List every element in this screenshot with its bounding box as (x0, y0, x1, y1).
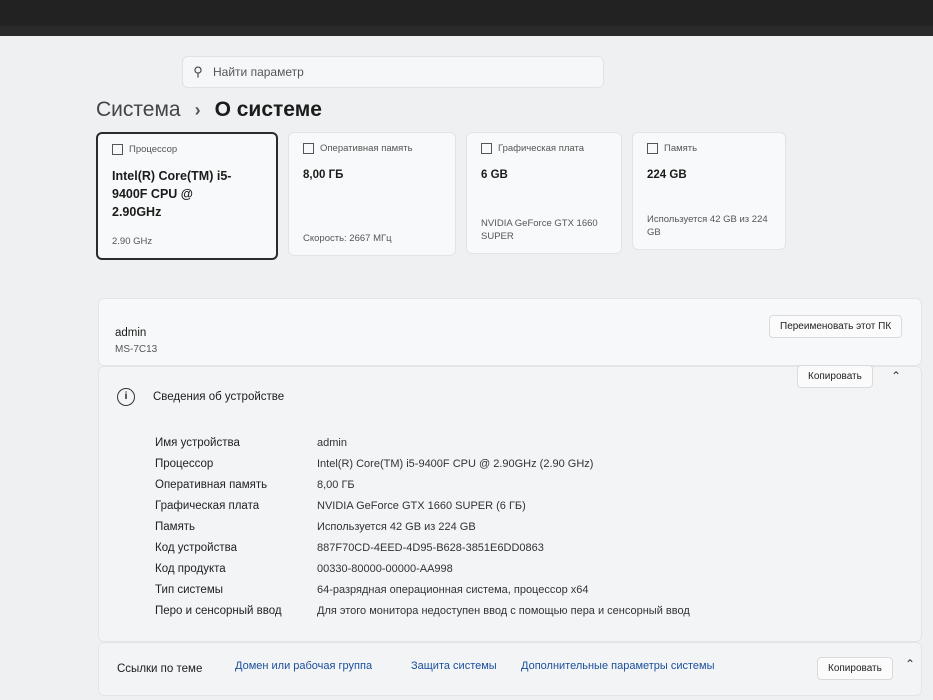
spec-value: 887F70CD-4EED-4D95-B628-3851E6DD0863 (317, 542, 544, 554)
monitor-bezel (0, 0, 933, 28)
spec-value: 64-разрядная операционная система, проце… (317, 584, 589, 596)
card-footer: Скорость: 2667 МГц (303, 233, 392, 244)
spec-key: Процессор (155, 458, 214, 470)
breadcrumb: Система › О системе (96, 98, 322, 122)
breadcrumb-parent[interactable]: Система (96, 98, 181, 122)
cpu-icon (112, 144, 123, 155)
spec-value: Intel(R) Core(TM) i5-9400F CPU @ 2.90GHz… (317, 458, 594, 470)
spec-value: 8,00 ГБ (317, 479, 355, 491)
spec-key: Графическая плата (155, 500, 260, 512)
spec-key: Оперативная память (155, 479, 268, 491)
card-value: 6 GB (481, 169, 508, 181)
link-system-protection[interactable]: Защита системы (411, 660, 497, 672)
card-title: Процессор (129, 144, 178, 155)
page-title: О системе (214, 98, 322, 121)
chevron-right-icon: › (194, 99, 201, 120)
spec-key: Имя устройства (155, 437, 240, 449)
card-title: Память (664, 143, 698, 154)
card-footer: Используется 42 GB из 224 GB (647, 214, 768, 238)
info-icon: i (117, 388, 135, 406)
pc-name: admin (115, 327, 147, 339)
card-footer: 2.90 GHz (112, 236, 153, 247)
spec-value: Используется 42 GB из 224 GB (317, 521, 476, 533)
card-title: Графическая плата (498, 143, 585, 154)
spec-key: Перо и сенсорный ввод (155, 605, 282, 617)
settings-window: ⚲ Найти параметр Система › О системе Про… (0, 26, 933, 700)
gpu-icon (481, 143, 492, 154)
spec-key: Код продукта (155, 563, 226, 575)
spec-key: Память (155, 521, 196, 533)
copy-links-button[interactable]: Копировать (817, 657, 893, 680)
spec-key: Код устройства (155, 542, 237, 554)
device-specs-title: Сведения об устройстве (153, 391, 285, 403)
card-footer: NVIDIA GeForce GTX 1660 SUPER (481, 218, 598, 242)
rename-pc-button[interactable]: Переименовать этот ПК (769, 315, 903, 338)
device-specs-panel: i Сведения об устройстве Копировать ⌃ Им… (98, 365, 922, 642)
card-storage[interactable]: Память 224 GB Используется 42 GB из 224 … (632, 132, 786, 250)
spec-key: Тип системы (155, 584, 223, 596)
related-links-label: Ссылки по теме (117, 663, 203, 675)
search-placeholder: Найти параметр (213, 65, 304, 79)
chevron-up-icon[interactable]: ⌃ (891, 369, 901, 383)
link-domain-workgroup[interactable]: Домен или рабочая группа (235, 660, 372, 672)
storage-icon (647, 143, 658, 154)
spec-value: Для этого монитора недоступен ввод с пом… (317, 605, 690, 617)
card-value: 224 GB (647, 169, 687, 181)
card-gpu[interactable]: Графическая плата 6 GB NVIDIA GeForce GT… (466, 132, 622, 254)
copy-button[interactable]: Копировать (797, 365, 873, 388)
card-ram[interactable]: Оперативная память 8,00 ГБ Скорость: 266… (288, 132, 456, 256)
spec-value: NVIDIA GeForce GTX 1660 SUPER (6 ГБ) (317, 500, 526, 512)
card-value: Intel(R) Core(TM) i5-9400F CPU @ 2.90GHz (112, 169, 232, 219)
related-links-panel: Ссылки по теме Домен или рабочая группа … (98, 642, 922, 696)
card-title: Оперативная память (320, 143, 413, 154)
chevron-up-icon[interactable]: ⌃ (905, 657, 915, 671)
spec-value: admin (317, 437, 347, 449)
card-value: 8,00 ГБ (303, 169, 344, 181)
memory-icon (303, 143, 314, 154)
card-processor[interactable]: Процессор Intel(R) Core(TM) i5-9400F CPU… (96, 132, 278, 260)
pc-name-panel: admin MS-7C13 Переименовать этот ПК (98, 298, 922, 366)
search-box[interactable]: ⚲ Найти параметр (182, 56, 604, 88)
search-icon: ⚲ (193, 64, 203, 79)
link-advanced-settings[interactable]: Дополнительные параметры системы (521, 660, 715, 672)
spec-value: 00330-80000-00000-AA998 (317, 563, 453, 575)
pc-model: MS-7C13 (115, 344, 158, 355)
